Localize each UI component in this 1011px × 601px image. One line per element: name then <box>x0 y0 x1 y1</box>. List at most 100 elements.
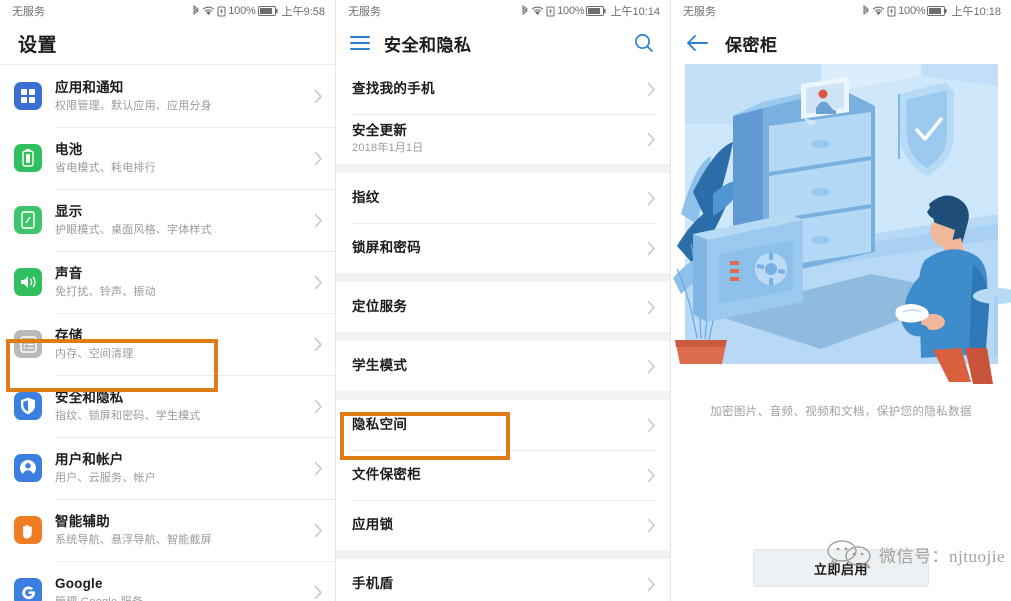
settings-row-title: 显示 <box>55 203 83 219</box>
bluetooth-icon <box>863 5 869 15</box>
settings-row-text: 声音 免打扰、铃声、振动 <box>55 265 308 300</box>
security-row[interactable]: 应用锁 <box>336 500 670 550</box>
security-row-title: 锁屏和密码 <box>352 240 421 255</box>
status-time: 上午9:58 <box>281 6 325 18</box>
chevron-right-icon <box>314 399 323 414</box>
chevron-right-icon <box>647 300 656 315</box>
page-title: 保密柜 <box>725 35 778 55</box>
chevron-right-icon <box>314 151 323 166</box>
settings-row-text: 用户和帐户 用户、云服务、帐户 <box>55 451 308 486</box>
settings-row-title: Google <box>55 575 103 591</box>
security-row-text: 指纹 <box>352 189 647 207</box>
chevron-right-icon <box>647 82 656 97</box>
security-row-title: 指纹 <box>352 190 380 205</box>
settings-row-subtitle: 系统导航、悬浮导航、智能截屏 <box>55 533 212 546</box>
settings-row-title: 存储 <box>55 327 83 343</box>
display-icon <box>14 206 42 234</box>
group-gap <box>336 550 670 559</box>
wifi-icon <box>531 6 544 15</box>
chevron-right-icon <box>647 359 656 374</box>
settings-row-4[interactable]: 声音 免打扰、铃声、振动 <box>0 251 335 313</box>
security-row-text: 查找我的手机 <box>352 80 647 98</box>
chevron-right-icon <box>647 132 656 147</box>
chevron-right-icon <box>314 523 323 538</box>
settings-row-subtitle: 权限管理、默认应用、应用分身 <box>55 99 212 112</box>
security-row-text: 应用锁 <box>352 516 647 534</box>
battery-percent: 100% <box>557 5 585 17</box>
settings-row-subtitle: 内存、空间清理 <box>55 347 134 360</box>
security-row-text: 文件保密柜 <box>352 466 647 484</box>
hamburger-icon[interactable] <box>350 36 370 50</box>
apps-icon <box>14 82 42 110</box>
back-arrow-icon[interactable] <box>685 32 709 54</box>
security-group-4: 学生模式 <box>336 341 670 391</box>
chevron-right-icon <box>647 241 656 256</box>
status-icons: 100% <box>521 5 607 17</box>
chevron-right-icon <box>647 468 656 483</box>
settings-row-7[interactable]: 用户和帐户 用户、云服务、帐户 <box>0 437 335 499</box>
security-row[interactable]: 定位服务 <box>336 282 670 332</box>
shield-icon <box>14 392 42 420</box>
vibrate-icon <box>887 6 896 16</box>
settings-row-text: 安全和隐私 指纹、锁屏和密码、学生模式 <box>55 389 308 424</box>
settings-row-1[interactable]: 应用和通知 权限管理、默认应用、应用分身 <box>0 65 335 127</box>
chevron-right-icon <box>647 418 656 433</box>
settings-row-text: 电池 省电模式、耗电排行 <box>55 141 308 176</box>
security-row[interactable]: 锁屏和密码 <box>336 223 670 273</box>
security-row[interactable]: 安全更新 2018年1月1日 <box>336 114 670 164</box>
settings-row-subtitle: 用户、云服务、帐户 <box>55 471 156 484</box>
security-row-text: 安全更新 2018年1月1日 <box>352 122 647 156</box>
sound-icon <box>14 268 42 296</box>
carrier-label: 无服务 <box>683 6 716 18</box>
page-title: 安全和隐私 <box>384 35 472 55</box>
settings-row-9[interactable]: Google 管理 Google 服务 <box>0 561 335 601</box>
carrier-label: 无服务 <box>12 6 45 18</box>
group-gap <box>336 164 670 173</box>
settings-row-text: 应用和通知 权限管理、默认应用、应用分身 <box>55 79 308 114</box>
settings-titlebar: 设置 <box>0 22 335 64</box>
settings-row-8[interactable]: 智能辅助 系统导航、悬浮导航、智能截屏 <box>0 499 335 561</box>
cta-container: 立即启用 <box>671 549 1011 587</box>
vibrate-icon <box>217 6 226 16</box>
panel-security-privacy: 无服务 100% 上午10:14 安全和隐私 查找我的手机 安全更新 2018年… <box>335 0 670 601</box>
status-icons: 100% <box>862 5 948 17</box>
settings-row-subtitle: 省电模式、耗电排行 <box>55 161 156 174</box>
battery-icon <box>14 144 42 172</box>
chevron-right-icon <box>647 577 656 592</box>
status-time: 上午10:18 <box>951 6 1001 18</box>
security-row[interactable]: 学生模式 <box>336 341 670 391</box>
group-gap <box>336 273 670 282</box>
settings-row-title: 安全和隐私 <box>55 389 124 405</box>
security-row[interactable]: 手机盾 <box>336 559 670 601</box>
settings-row-6[interactable]: 安全和隐私 指纹、锁屏和密码、学生模式 <box>0 375 335 437</box>
safe-vault-illustration <box>671 64 1011 384</box>
chevron-right-icon <box>314 585 323 600</box>
security-row-title: 应用锁 <box>352 517 394 532</box>
search-icon[interactable] <box>632 31 656 55</box>
settings-row-5[interactable]: 存储 内存、空间清理 <box>0 313 335 375</box>
carrier-label: 无服务 <box>348 6 381 18</box>
security-row-text: 定位服务 <box>352 298 647 316</box>
status-time: 上午10:14 <box>610 6 660 18</box>
storage-icon <box>14 330 42 358</box>
settings-row-title: 应用和通知 <box>55 79 124 95</box>
enable-now-button[interactable]: 立即启用 <box>753 549 929 587</box>
security-row[interactable]: 查找我的手机 <box>336 64 670 114</box>
vault-scene-svg <box>671 64 1011 384</box>
user-icon <box>14 454 42 482</box>
settings-row-2[interactable]: 电池 省电模式、耗电排行 <box>0 127 335 189</box>
battery-percent: 100% <box>228 5 256 17</box>
security-row[interactable]: 文件保密柜 <box>336 450 670 500</box>
security-row-title: 隐私空间 <box>352 417 408 432</box>
settings-row-text: Google 管理 Google 服务 <box>55 575 308 601</box>
hand-icon <box>14 516 42 544</box>
security-row-subtitle: 2018年1月1日 <box>352 142 424 154</box>
group-gap <box>336 332 670 341</box>
chevron-right-icon <box>647 191 656 206</box>
settings-row-3[interactable]: 显示 护眼模式、桌面风格、字体样式 <box>0 189 335 251</box>
security-row[interactable]: 隐私空间 <box>336 400 670 450</box>
vault-caption: 加密图片、音频、视频和文档，保护您的隐私数据 <box>710 406 972 418</box>
security-row[interactable]: 指纹 <box>336 173 670 223</box>
settings-row-subtitle: 指纹、锁屏和密码、学生模式 <box>55 409 201 422</box>
security-row-text: 学生模式 <box>352 357 647 375</box>
